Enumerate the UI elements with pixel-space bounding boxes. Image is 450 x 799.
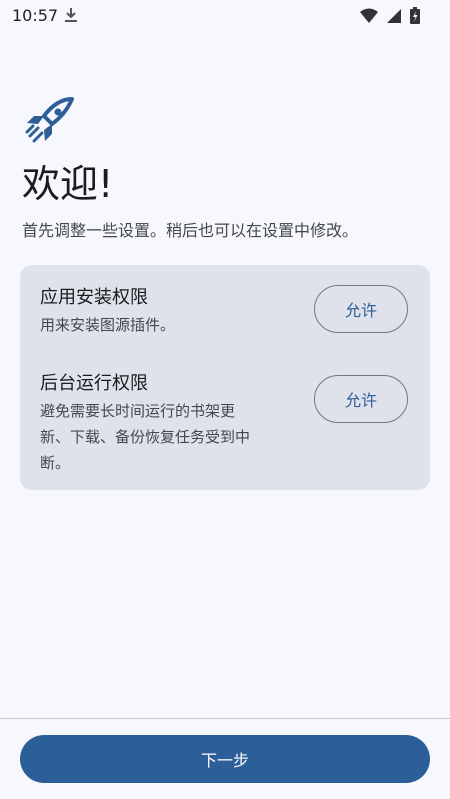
background-permission-description-line: 避免需要长时间运行的书架更 [40,402,236,420]
cell-signal-icon [387,8,401,23]
status-icons [360,7,420,24]
status-time: 10:57 [12,6,59,25]
background-permission-title: 后台运行权限 [40,373,148,394]
next-button[interactable]: 下一步 [20,735,430,783]
permissions-card: 应用安装权限 用来安装图源插件。 允许 后台运行权限 避免需要长时间运行的书架更… [20,265,430,490]
install-permission-title: 应用安装权限 [40,287,148,308]
background-allow-button[interactable]: 允许 [314,375,408,423]
install-permission-description: 用来安装图源插件。 [40,316,176,334]
page-title: 欢迎! [22,162,114,206]
rocket-icon [25,97,74,143]
status-bar: 10:57 [0,0,450,32]
wifi-icon [360,8,378,23]
bottom-divider [0,718,450,719]
download-icon [65,8,77,22]
background-permission-description-line: 新、下载、备份恢复任务受到中 [40,428,251,446]
page-subtitle: 首先调整一些设置。稍后也可以在设置中修改。 [22,221,359,240]
background-permission-description-line: 断。 [40,454,71,472]
install-allow-button[interactable]: 允许 [314,285,408,333]
battery-icon [410,7,420,24]
